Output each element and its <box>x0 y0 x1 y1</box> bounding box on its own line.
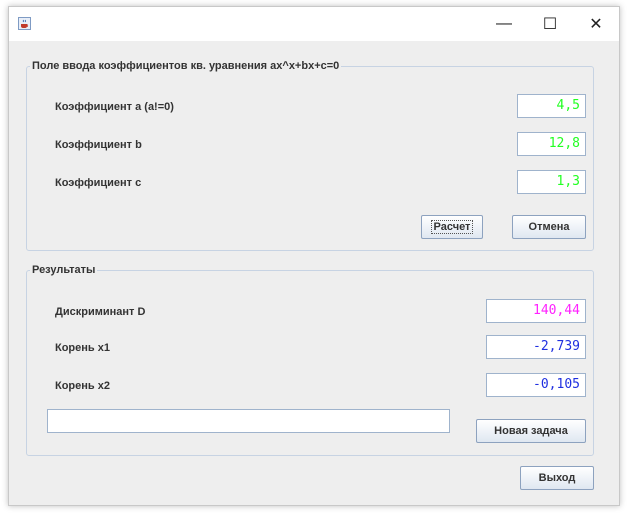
title-bar: — ☐ ✕ <box>9 7 619 41</box>
discriminant-label: Дискриминант D <box>55 306 146 318</box>
cancel-button[interactable]: Отмена <box>512 215 586 239</box>
coef-a-label: Коэффициент а (а!=0) <box>55 101 174 113</box>
root-x2-field[interactable]: -0,105 <box>486 373 586 397</box>
java-coffee-icon <box>18 17 31 30</box>
calculate-button[interactable]: Расчет <box>421 215 483 239</box>
coef-b-label: Коэффициент b <box>55 139 142 151</box>
root-x1-label: Корень х1 <box>55 342 110 354</box>
status-text-field[interactable] <box>47 409 450 433</box>
calculate-button-label: Расчет <box>430 220 474 234</box>
exit-button[interactable]: Выход <box>520 466 594 490</box>
coef-c-label: Коэффициент с <box>55 177 142 189</box>
coefficients-group: Поле ввода коэффициентов кв. уравнения a… <box>26 60 594 251</box>
coef-b-field[interactable]: 12,8 <box>517 132 586 156</box>
new-task-button[interactable]: Новая задача <box>476 419 586 443</box>
root-x1-field[interactable]: -2,739 <box>486 335 586 359</box>
discriminant-field[interactable]: 140,44 <box>486 299 586 323</box>
close-button[interactable]: ✕ <box>573 7 619 41</box>
maximize-button[interactable]: ☐ <box>527 7 573 41</box>
coef-a-field[interactable]: 4,5 <box>517 94 586 118</box>
results-group-legend: Результаты <box>32 264 96 276</box>
coef-c-field[interactable]: 1,3 <box>517 170 586 194</box>
minimize-button[interactable]: — <box>481 7 527 41</box>
root-x2-label: Корень х2 <box>55 380 110 392</box>
coefficients-group-legend: Поле ввода коэффициентов кв. уравнения a… <box>32 60 340 72</box>
